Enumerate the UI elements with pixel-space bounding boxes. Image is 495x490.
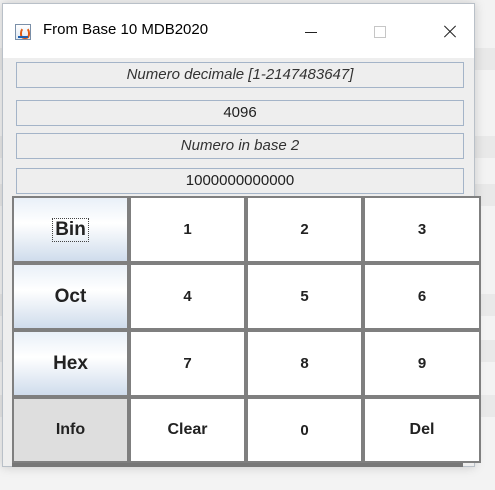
decimal-input[interactable]: 4096 [16,100,464,126]
clear-button[interactable]: Clear [129,397,246,463]
oct-button[interactable]: Oct [12,263,129,330]
title-bar[interactable]: From Base 10 MDB2020 [3,4,474,58]
keypad: Bin 1 2 3 Oct 4 5 6 Hex 7 8 9 Info Clear… [12,196,481,467]
digit-0-button[interactable]: 0 [246,397,363,463]
digit-1-button[interactable]: 1 [129,196,246,263]
digit-4-button[interactable]: 4 [129,263,246,330]
java-cup-icon [15,24,31,40]
digit-2-button[interactable]: 2 [246,196,363,263]
bin-button[interactable]: Bin [12,196,129,263]
minimize-icon[interactable] [288,15,334,49]
result-output: 1000000000000 [16,168,464,194]
info-button[interactable]: Info [12,397,129,463]
digit-9-button[interactable]: 9 [363,330,481,397]
hex-button[interactable]: Hex [12,330,129,397]
maximize-icon[interactable] [357,15,403,49]
digit-8-button[interactable]: 8 [246,330,363,397]
close-icon[interactable] [426,15,472,49]
digit-5-button[interactable]: 5 [246,263,363,330]
bin-button-label: Bin [52,217,89,242]
window-title: From Base 10 MDB2020 [43,21,209,38]
delete-button[interactable]: Del [363,397,481,463]
digit-3-button[interactable]: 3 [363,196,481,263]
result-label: Numero in base 2 [16,133,464,159]
digit-6-button[interactable]: 6 [363,263,481,330]
decimal-label: Numero decimale [1-2147483647] [16,62,464,88]
digit-7-button[interactable]: 7 [129,330,246,397]
